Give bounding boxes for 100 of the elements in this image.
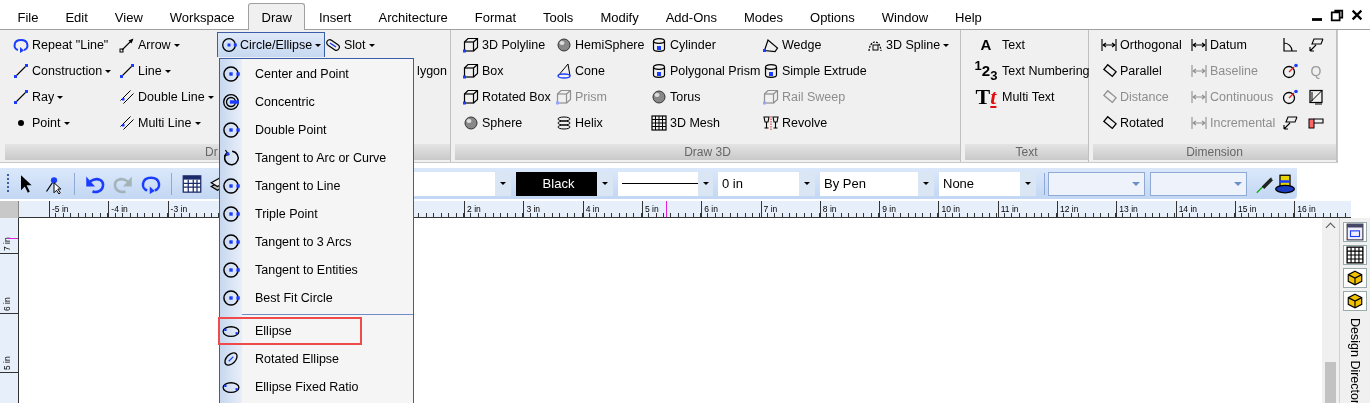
panel-button[interactable] bbox=[1343, 245, 1367, 265]
ribbon-button[interactable]: Double Line bbox=[117, 84, 216, 110]
dropdown-field[interactable]: None bbox=[939, 171, 1036, 196]
ruler-label: 7 in bbox=[762, 204, 778, 214]
ribbon-button[interactable]: Orthogonal bbox=[1099, 32, 1184, 58]
cube-icon bbox=[1346, 269, 1364, 287]
loop-arrow-icon bbox=[13, 37, 29, 53]
grid-icon bbox=[651, 115, 667, 131]
menu-item[interactable]: Tangent to 3 Arcs bbox=[220, 228, 413, 256]
menu-tab[interactable]: Insert bbox=[305, 3, 365, 30]
ribbon-button[interactable]: Arrow bbox=[117, 32, 182, 58]
ruler-label: -3 in bbox=[169, 204, 188, 214]
ribbon-button[interactable]: Repeat "Line" bbox=[11, 32, 111, 58]
ribbon-button[interactable]: Multi Line bbox=[117, 110, 203, 136]
ribbon-button[interactable]: A Text bbox=[971, 32, 1027, 58]
menu-tab[interactable]: Help bbox=[941, 3, 996, 30]
caret-icon bbox=[923, 182, 929, 185]
menu-tab[interactable]: Add-Ons bbox=[652, 3, 731, 30]
ribbon-button[interactable]: Torus bbox=[649, 84, 703, 110]
dropdown-field[interactable] bbox=[1048, 171, 1145, 196]
ribbon-button[interactable]: 3D Polyline bbox=[461, 32, 548, 58]
dimension-icon bbox=[1101, 89, 1117, 105]
cube-icon bbox=[463, 37, 479, 53]
menu-tab[interactable]: Window bbox=[868, 3, 942, 30]
ruler-label: 6 in bbox=[703, 204, 718, 214]
ribbon-button[interactable]: Cone bbox=[554, 58, 607, 84]
ribbon-button[interactable]: Ray bbox=[11, 84, 66, 110]
sphere-icon bbox=[463, 115, 479, 131]
circle-icon bbox=[222, 205, 240, 223]
ribbon-button[interactable]: Circle/Ellipse bbox=[217, 32, 326, 57]
ribbon-button[interactable]: 3D Spline bbox=[865, 32, 952, 58]
panel-button[interactable] bbox=[1343, 222, 1367, 242]
goblet-icon bbox=[763, 115, 779, 131]
ribbon-button[interactable]: Rotated bbox=[1099, 110, 1166, 136]
menu-item[interactable]: Center and Point bbox=[220, 60, 413, 88]
caret-icon bbox=[164, 69, 171, 73]
leader-arrow-icon bbox=[1308, 37, 1324, 53]
menu-item[interactable]: Tangent to Line bbox=[220, 172, 413, 200]
dimension-icon bbox=[1191, 37, 1207, 53]
menu-item[interactable]: Best Fit Circle bbox=[220, 284, 413, 312]
dropdown-field[interactable]: 0 in bbox=[718, 171, 815, 196]
ribbon-button[interactable]: $^{1}$2$_{3}$ Text Numbering bbox=[971, 58, 1092, 84]
menu-item[interactable]: Double Point bbox=[220, 116, 413, 144]
ribbon-button[interactable]: Sphere bbox=[461, 110, 525, 136]
menu-tab[interactable]: Modify bbox=[586, 3, 653, 30]
ribbon-button[interactable]: Polygonal Prism bbox=[649, 58, 763, 84]
menu-tab[interactable]: Workspace bbox=[156, 3, 249, 30]
menu-item[interactable]: Ellipse Fixed Ratio bbox=[220, 373, 413, 401]
dropdown-field[interactable] bbox=[1150, 171, 1247, 196]
ribbon-button[interactable]: Wedge bbox=[761, 32, 824, 58]
ribbon-button[interactable]: Point bbox=[11, 110, 72, 136]
cylinder-icon bbox=[763, 63, 779, 79]
dropdown-field[interactable] bbox=[413, 171, 511, 196]
caret-icon bbox=[602, 182, 608, 185]
ribbon-button[interactable]: Box bbox=[461, 58, 506, 84]
close-icon bbox=[1350, 7, 1364, 22]
sphere-icon bbox=[556, 37, 572, 53]
dropdown-field[interactable]: By Pen bbox=[820, 171, 934, 196]
ribbon-button[interactable]: Revolve bbox=[761, 110, 830, 136]
menu-tab[interactable]: Tools bbox=[529, 3, 587, 30]
scroll-thumb[interactable] bbox=[1325, 362, 1336, 403]
double-line-icon bbox=[119, 89, 135, 105]
ribbon-button[interactable]: Rotated Box bbox=[461, 84, 553, 110]
ribbon-button[interactable]: Datum bbox=[1189, 32, 1249, 58]
flag-icon bbox=[1308, 115, 1324, 131]
panel-button[interactable] bbox=[1343, 268, 1367, 288]
ruler-label: 4 in bbox=[584, 204, 600, 214]
ribbon-button[interactable]: Cylinder bbox=[649, 32, 718, 58]
grip-handle[interactable] bbox=[7, 173, 9, 194]
ribbon-button[interactable]: Tt Multi Text bbox=[971, 84, 1057, 110]
ribbon-button[interactable]: Helix bbox=[554, 110, 605, 136]
scrollbar[interactable] bbox=[1322, 218, 1339, 403]
ribbon-button[interactable]: 3D Mesh bbox=[649, 110, 723, 136]
ribbon-button[interactable]: Parallel bbox=[1099, 58, 1164, 84]
menu-item[interactable]: Ellipse bbox=[218, 317, 362, 345]
ribbon-button[interactable]: Slot bbox=[323, 32, 377, 58]
ruler-label: -5 in bbox=[51, 204, 69, 214]
ribbon-button[interactable]: Simple Extrude bbox=[761, 58, 869, 84]
menu-item[interactable]: Triple Point bbox=[220, 200, 413, 228]
ruler-label: -4 in bbox=[110, 204, 128, 214]
menu-tab[interactable]: File bbox=[4, 3, 52, 30]
menu-item[interactable]: Concentric bbox=[220, 88, 413, 116]
panel-button[interactable] bbox=[1343, 291, 1367, 311]
menu-tab[interactable]: Options bbox=[796, 3, 869, 30]
menu-item[interactable]: Tangent to Entities bbox=[220, 256, 413, 284]
dropdown-field[interactable] bbox=[618, 171, 713, 196]
menu-tab[interactable]: Modes bbox=[730, 3, 797, 30]
menu-tab[interactable]: Edit bbox=[51, 3, 102, 30]
ribbon-button[interactable]: Line bbox=[117, 58, 173, 84]
dimension-icon bbox=[1191, 63, 1207, 79]
ribbon-button[interactable]: HemiSphere bbox=[554, 32, 647, 58]
menu-tab[interactable]: Draw bbox=[248, 3, 306, 30]
cursor-marker bbox=[8, 238, 18, 239]
ribbon-button[interactable]: Construction bbox=[11, 58, 114, 84]
dropdown-field[interactable]: Black bbox=[516, 171, 613, 196]
ruler-label: 16 in bbox=[1296, 204, 1316, 214]
menu-item[interactable]: Rotated Ellipse bbox=[220, 345, 413, 373]
menu-tab[interactable]: Format bbox=[461, 3, 530, 30]
menu-tab[interactable]: Architecture bbox=[364, 3, 462, 30]
menu-tab[interactable]: View bbox=[101, 3, 157, 30]
